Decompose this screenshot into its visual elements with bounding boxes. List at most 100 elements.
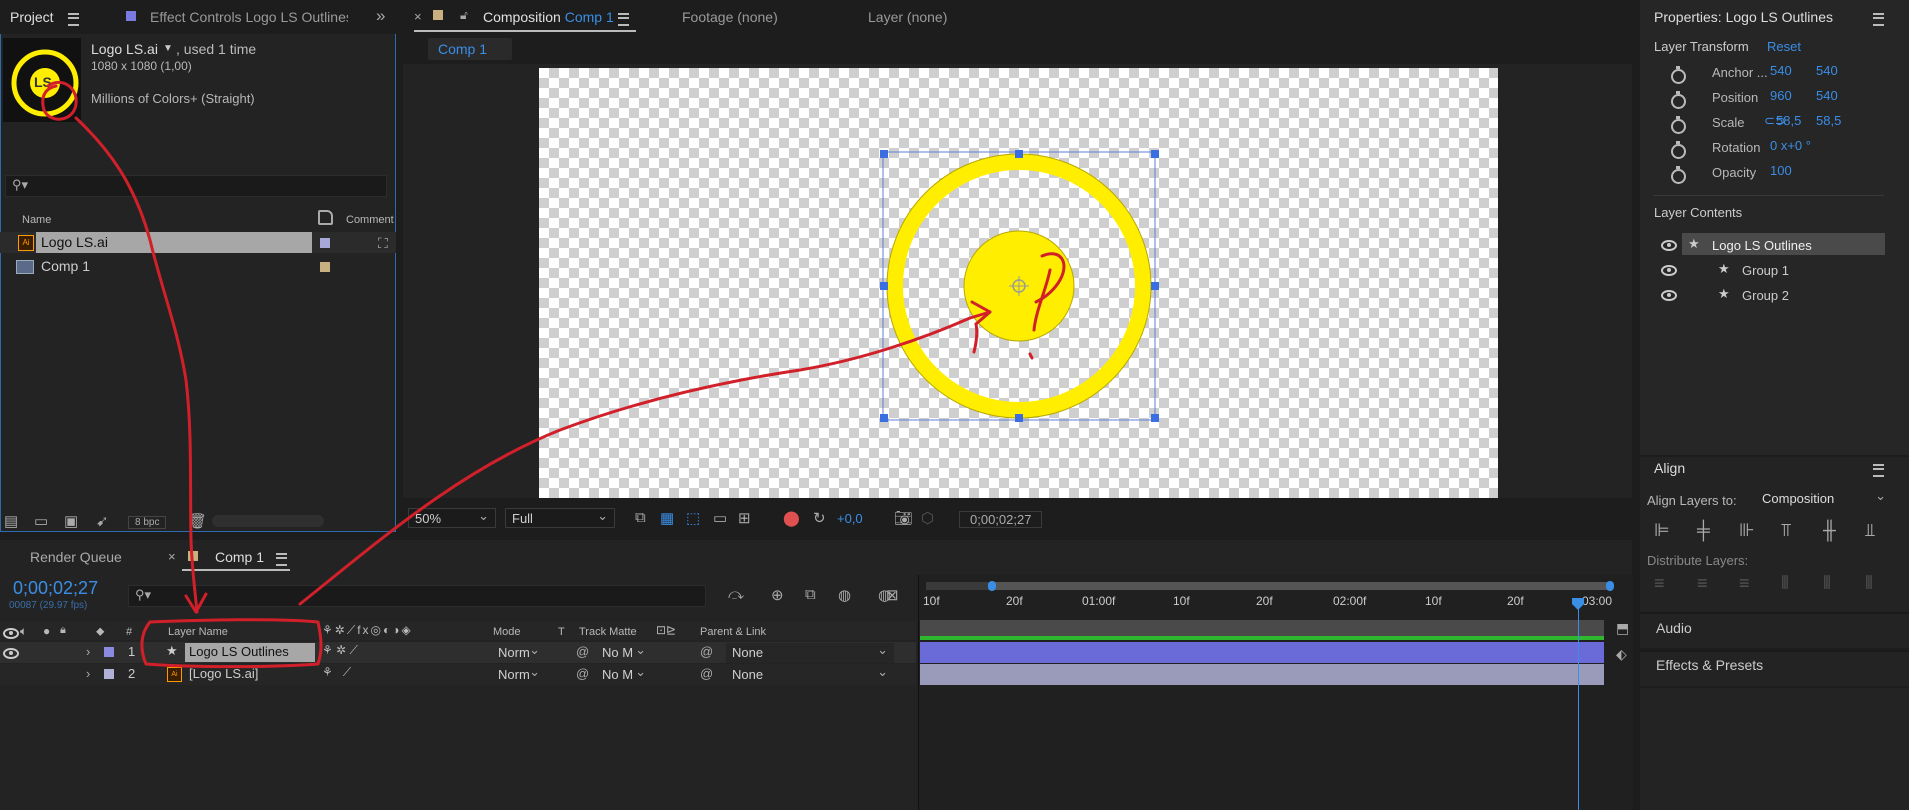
- track-matte-dropdown[interactable]: No M: [596, 662, 652, 685]
- bpc-label[interactable]: 8 bpc: [128, 516, 167, 529]
- composition-mini-flowchart-icon[interactable]: ⤼: [728, 586, 744, 603]
- reset-exposure-icon[interactable]: ↻: [813, 509, 826, 527]
- track-matte-link-icon[interactable]: @: [576, 644, 589, 659]
- stopwatch-icon[interactable]: [1671, 66, 1686, 84]
- lock-icon[interactable]: 🔓︎: [460, 8, 468, 23]
- close-tab-icon[interactable]: ×: [414, 9, 422, 24]
- blend-mode-dropdown[interactable]: Norm: [492, 662, 546, 685]
- layer-label-color[interactable]: [104, 669, 114, 679]
- tab-render-queue[interactable]: Render Queue: [30, 549, 122, 565]
- solo-icon[interactable]: ●: [43, 624, 50, 638]
- project-col-name[interactable]: Name: [22, 214, 51, 226]
- tab-footage[interactable]: Footage (none): [682, 9, 778, 25]
- track-matte-dropdown[interactable]: No M: [596, 640, 652, 663]
- graph-editor-icon[interactable]: ⊠: [886, 586, 899, 604]
- align-bottom-icon[interactable]: ⫫: [1865, 520, 1875, 541]
- new-composition-icon[interactable]: ▣: [64, 512, 78, 530]
- distribute-bottom-icon[interactable]: ≡: [1739, 573, 1750, 594]
- stopwatch-icon[interactable]: [1671, 166, 1686, 184]
- col-layer-name[interactable]: Layer Name: [168, 626, 228, 638]
- timeline-search-field[interactable]: ⚲▾: [128, 585, 706, 607]
- tab-project[interactable]: Project: [10, 9, 54, 25]
- col-mode[interactable]: Mode: [493, 626, 521, 638]
- project-search-field[interactable]: ⚲▾: [5, 175, 387, 197]
- transform-handle[interactable]: [1015, 150, 1023, 158]
- transform-handle[interactable]: [1151, 282, 1159, 290]
- align-vertical-center-icon[interactable]: ╫: [1823, 520, 1836, 541]
- parent-pickwhip-icon[interactable]: @: [700, 666, 713, 681]
- transform-value-1[interactable]: 100: [1770, 163, 1792, 178]
- show-snapshot-icon[interactable]: ⬡: [921, 509, 934, 527]
- distribute-left-icon[interactable]: ⦀: [1781, 573, 1789, 594]
- project-menu-icon[interactable]: [68, 13, 79, 26]
- distribute-hcenter-icon[interactable]: ⦀: [1823, 573, 1831, 594]
- timeline-timecode[interactable]: 0;00;02;27: [13, 578, 98, 599]
- tab-composition[interactable]: Composition Comp 1: [483, 9, 614, 25]
- comp-marker-icon[interactable]: ⬒: [1616, 620, 1629, 637]
- parent-dropdown[interactable]: None: [726, 640, 894, 663]
- trash-icon[interactable]: 🗑︎: [188, 512, 207, 530]
- project-item-label-color[interactable]: [320, 262, 330, 272]
- shy-layers-icon[interactable]: ⧉: [805, 586, 816, 603]
- new-folder-icon[interactable]: ▭: [34, 512, 48, 530]
- zoom-dropdown[interactable]: 50%: [408, 506, 496, 528]
- work-area-end-handle[interactable]: [1606, 581, 1614, 591]
- frame-blending-icon[interactable]: ◍: [838, 586, 851, 604]
- color-channels-icon[interactable]: ⬤: [783, 509, 800, 527]
- properties-menu-icon[interactable]: [1873, 13, 1884, 26]
- work-area-range[interactable]: [992, 582, 1612, 590]
- transparency-grid-icon[interactable]: ▦: [660, 509, 674, 527]
- work-area-bar[interactable]: [926, 581, 1614, 591]
- transform-value-2[interactable]: 540: [1816, 63, 1838, 78]
- contents-item[interactable]: Group 1: [1742, 263, 1789, 278]
- parent-pickwhip-icon[interactable]: @: [700, 644, 713, 659]
- layer-marker-icon[interactable]: ⬖: [1616, 646, 1627, 663]
- col-parent[interactable]: Parent & Link: [700, 626, 766, 638]
- project-item-row-1[interactable]: Ai Logo LS.ai: [0, 232, 396, 253]
- grid-guides-icon[interactable]: ⊞: [738, 509, 751, 527]
- time-ruler[interactable]: 10f 20f 01:00f 10f 20f 02:00f 10f 20f 03…: [918, 592, 1614, 618]
- align-right-icon[interactable]: ⊪: [1739, 520, 1755, 541]
- tab-comp[interactable]: Comp 1: [215, 549, 264, 565]
- align-top-icon[interactable]: ⫪: [1781, 520, 1791, 541]
- transform-handle[interactable]: [880, 150, 888, 158]
- align-left-icon[interactable]: ⊫: [1654, 520, 1670, 541]
- snapshot-icon[interactable]: 📷︎: [894, 509, 913, 527]
- transform-value-2[interactable]: 58,5: [1816, 113, 1841, 128]
- visibility-eye-icon[interactable]: [1661, 240, 1677, 251]
- reset-link[interactable]: Reset: [1767, 39, 1801, 54]
- transform-value-1[interactable]: 540: [1770, 63, 1792, 78]
- audio-title[interactable]: Audio: [1656, 620, 1692, 636]
- transform-value-2[interactable]: 540: [1816, 88, 1838, 103]
- effects-presets-title[interactable]: Effects & Presets: [1656, 657, 1763, 673]
- project-col-comment[interactable]: Comment: [346, 214, 394, 226]
- project-item-label-color[interactable]: [320, 238, 330, 248]
- timeline-menu-icon[interactable]: [276, 553, 287, 566]
- transform-value-1[interactable]: 960: [1770, 88, 1792, 103]
- track-matte-link-icon[interactable]: @: [576, 666, 589, 681]
- parent-dropdown[interactable]: None: [726, 662, 894, 685]
- interpret-footage-icon[interactable]: ▤: [4, 512, 18, 530]
- layer-label-color[interactable]: [104, 647, 114, 657]
- composition-canvas[interactable]: [539, 68, 1498, 498]
- fast-previews-icon[interactable]: ⧉: [635, 509, 646, 526]
- distribute-vcenter-icon[interactable]: ≡: [1697, 573, 1708, 594]
- transform-handle[interactable]: [880, 414, 888, 422]
- contents-item[interactable]: Group 2: [1742, 288, 1789, 303]
- expand-arrow-icon[interactable]: ›: [86, 666, 90, 681]
- video-toggle-icon[interactable]: [3, 628, 19, 639]
- layer-switches[interactable]: ⚘ ⟋: [322, 665, 351, 680]
- lock-column-icon[interactable]: 🔒︎: [60, 624, 66, 637]
- work-area-start-handle[interactable]: [988, 581, 996, 591]
- composition-menu-icon[interactable]: [618, 13, 629, 26]
- layer-row-1[interactable]: › 1 ★ Logo LS Outlines ⚘ ✲ ⟋ Norm @ No M…: [0, 640, 916, 663]
- flowchart-icon[interactable]: ⛶: [378, 235, 388, 252]
- region-of-interest-icon[interactable]: ▭: [713, 509, 727, 527]
- close-comp-tab-icon[interactable]: ×: [168, 549, 176, 564]
- tab-effect-controls[interactable]: Effect Controls Logo LS Outlines: [150, 9, 348, 25]
- visibility-eye-icon[interactable]: [1661, 290, 1677, 301]
- align-menu-icon[interactable]: [1873, 464, 1884, 477]
- exposure-value[interactable]: +0,0: [837, 511, 863, 526]
- layer-bar-2[interactable]: [920, 664, 1604, 685]
- item-dropdown-icon[interactable]: ▼: [163, 43, 173, 54]
